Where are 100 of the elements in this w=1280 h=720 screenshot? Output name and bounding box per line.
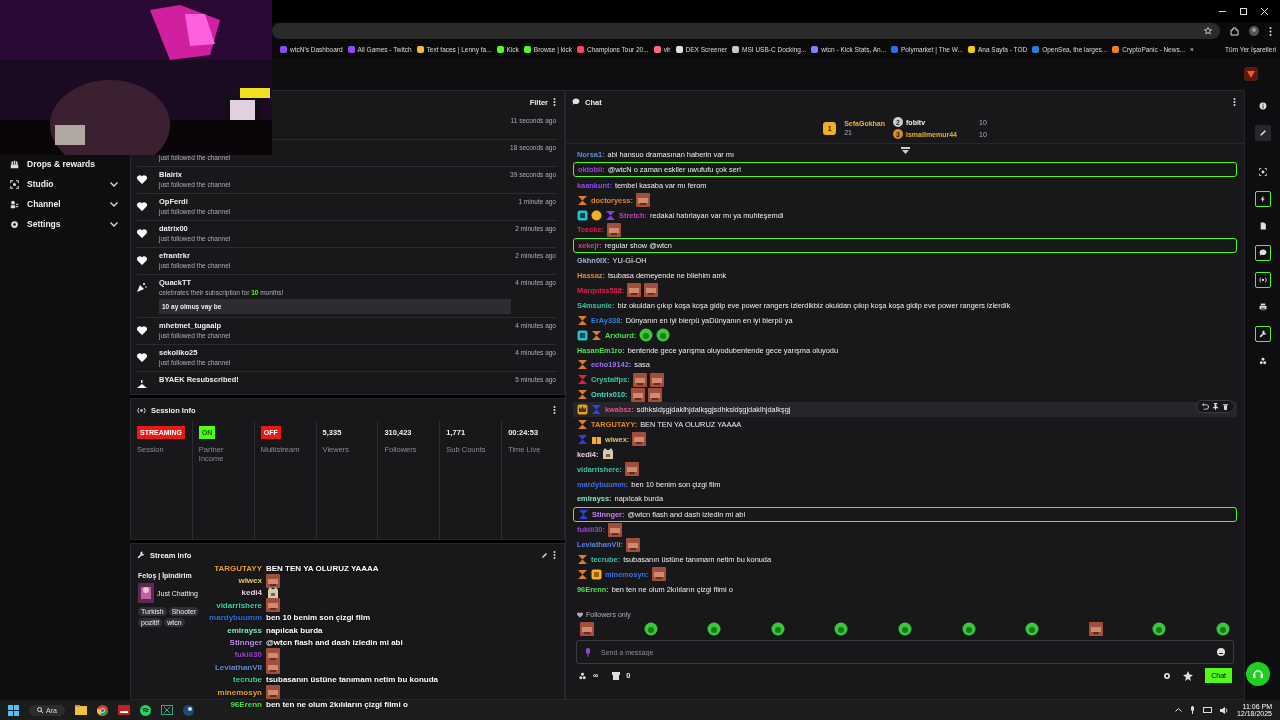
sidebar-item[interactable]: Channel <box>27 199 102 209</box>
emote-icon <box>1215 622 1230 636</box>
info-icon <box>1258 102 1267 110</box>
badge-icon <box>591 329 602 341</box>
badge-icon <box>577 404 588 416</box>
emote-icon <box>651 567 666 582</box>
logo-icon[interactable] <box>1244 67 1258 81</box>
emote-icon <box>607 222 621 237</box>
settings-icon[interactable] <box>1163 671 1172 680</box>
badge-icon <box>577 329 588 341</box>
badge-icon <box>577 389 588 401</box>
emote-icon <box>626 537 640 552</box>
delete-icon[interactable] <box>1222 403 1229 411</box>
channel-icon <box>10 199 19 209</box>
music-icon[interactable] <box>139 704 151 716</box>
badge-icon <box>577 314 588 326</box>
browser-icon[interactable] <box>96 704 108 716</box>
overlay-username: wiwex <box>238 576 262 586</box>
more-icon[interactable] <box>553 406 556 414</box>
badge-icon <box>591 404 602 416</box>
sidebar-item[interactable]: Studio <box>27 179 102 189</box>
overlay-username: emirayss <box>227 625 262 635</box>
chevron-icon[interactable] <box>900 147 910 154</box>
emote-icon <box>266 660 280 675</box>
emote-icon <box>1152 622 1167 636</box>
heart-icon <box>137 175 147 184</box>
emote-icon <box>266 586 280 600</box>
heart-icon <box>137 256 147 265</box>
avatar-icon[interactable] <box>1249 26 1259 36</box>
start-icon[interactable] <box>8 704 19 716</box>
folder-icon[interactable] <box>74 705 87 715</box>
printer-icon <box>1258 303 1267 311</box>
overlay-username: tecrube <box>233 675 262 685</box>
star-icon[interactable] <box>1204 27 1212 35</box>
emote-picker-icon[interactable] <box>1183 670 1194 681</box>
emote-icon <box>632 372 647 387</box>
pencil-icon <box>1258 129 1267 137</box>
menu-icon[interactable] <box>1269 26 1272 36</box>
badge-icon <box>605 209 616 221</box>
scan-icon <box>1258 168 1267 176</box>
extension-icon[interactable] <box>1230 26 1239 36</box>
wrench-button[interactable] <box>1254 326 1271 342</box>
bolt-icon <box>1258 195 1267 203</box>
pencil-button[interactable] <box>1254 125 1271 141</box>
store-icon[interactable] <box>612 671 621 680</box>
bolt-button[interactable] <box>1254 191 1271 207</box>
overlay-message: @wtcn flash and dash izledin mi abi <box>266 638 403 648</box>
broadcast-icon <box>1258 276 1267 284</box>
sidebar-item[interactable]: Drops & rewards <box>27 159 118 169</box>
help-button[interactable] <box>1246 662 1270 686</box>
emote-icon <box>266 685 280 700</box>
chevron-icon[interactable] <box>1174 708 1182 712</box>
emote-icon <box>632 432 647 447</box>
emote-icon <box>961 622 976 636</box>
emote-icon <box>643 622 658 636</box>
app-icon[interactable] <box>117 705 130 715</box>
emote-icon <box>1025 622 1040 636</box>
broadcast-button[interactable] <box>1254 272 1271 288</box>
emote-icon <box>639 328 654 343</box>
speaker-icon[interactable] <box>1219 706 1229 714</box>
overlay-message: tsubasanın üstüne tanımam netim bu konuda <box>266 675 439 685</box>
sidebar-item[interactable]: Settings <box>27 219 102 229</box>
badge-icon <box>577 359 588 371</box>
undo-icon[interactable] <box>1202 403 1209 411</box>
badge-icon <box>577 568 588 580</box>
wrench-icon <box>1258 330 1267 338</box>
emote-icon <box>607 522 622 537</box>
overlay-username: kedi4 <box>241 588 262 598</box>
emote-icon <box>601 447 616 462</box>
party-icon <box>137 283 147 292</box>
maximize-icon[interactable] <box>1240 7 1247 15</box>
search-icon <box>37 707 43 713</box>
gift-icon <box>10 159 19 169</box>
overlay-username: 96Erenn <box>230 700 262 709</box>
emote-icon <box>624 462 639 477</box>
network-icon[interactable] <box>1202 706 1212 714</box>
pencil-icon[interactable] <box>541 551 548 559</box>
overlay-username: LeviathanVII <box>214 662 262 672</box>
heart-icon <box>137 229 147 238</box>
more-icon[interactable] <box>553 551 556 559</box>
emote-icon <box>580 622 594 636</box>
close-icon[interactable] <box>1261 7 1268 15</box>
emoji-icon[interactable] <box>1217 648 1225 656</box>
emote-icon <box>649 372 664 387</box>
badge-icon <box>577 374 588 386</box>
nodes-icon <box>1258 357 1267 365</box>
emote-icon <box>707 622 722 636</box>
more-icon[interactable] <box>1233 98 1236 106</box>
chevron-icon[interactable] <box>110 181 118 187</box>
heart-icon <box>137 326 147 335</box>
chat-button[interactable] <box>1254 245 1271 261</box>
more-icon[interactable] <box>553 98 556 106</box>
broadcast-icon <box>137 406 146 414</box>
pin-icon[interactable] <box>1212 403 1219 411</box>
microphone-icon[interactable] <box>1189 706 1195 714</box>
chevron-icon[interactable] <box>110 221 118 227</box>
overlay-message: ben 10 benim son çizgi film <box>266 613 371 623</box>
chevron-icon[interactable] <box>110 201 118 207</box>
badge-icon <box>577 194 588 206</box>
emote-icon <box>1088 622 1103 636</box>
